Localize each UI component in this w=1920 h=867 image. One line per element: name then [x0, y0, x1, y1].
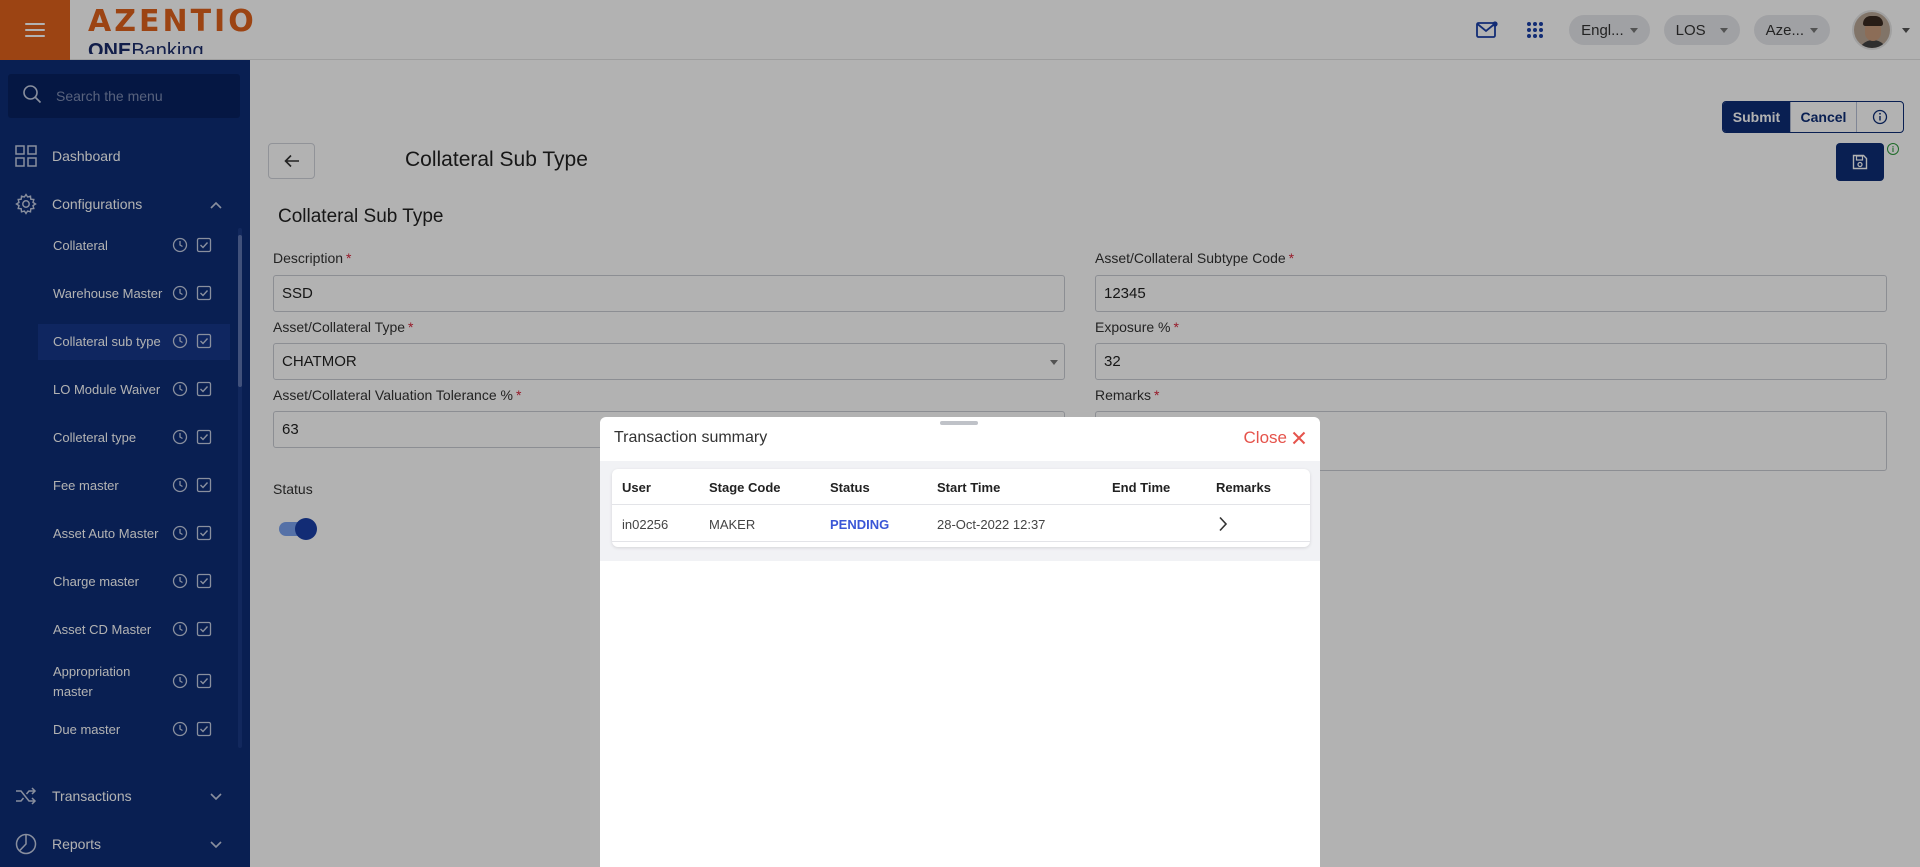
table-header: User Stage Code Status Start Time End Ti… — [612, 469, 1310, 505]
status-badge: PENDING — [830, 516, 890, 532]
cell-user: in02256 — [622, 516, 669, 532]
column-header-remarks: Remarks — [1216, 479, 1271, 495]
transaction-summary-modal: Transaction summary Close User Stage Cod… — [600, 417, 1320, 867]
close-button[interactable]: Close — [1244, 428, 1306, 448]
column-header-user: User — [622, 479, 651, 495]
cell-stage-code: MAKER — [709, 516, 756, 532]
cell-start-time: 28-Oct-2022 12:37 — [937, 516, 1046, 532]
transaction-table-panel: User Stage Code Status Start Time End Ti… — [600, 461, 1320, 561]
drag-handle[interactable] — [940, 421, 978, 425]
column-header-stage-code: Stage Code — [709, 479, 781, 495]
transaction-table: User Stage Code Status Start Time End Ti… — [612, 469, 1310, 547]
column-header-status: Status — [830, 479, 870, 495]
column-header-end-time: End Time — [1112, 479, 1171, 495]
close-icon — [1292, 431, 1306, 445]
close-label: Close — [1243, 428, 1287, 447]
column-header-start-time: Start Time — [937, 479, 1001, 495]
table-row[interactable]: in02256 MAKER PENDING 28-Oct-2022 12:37 — [612, 506, 1310, 542]
chevron-right-icon[interactable] — [1218, 506, 1228, 542]
modal-title: Transaction summary — [614, 429, 768, 446]
